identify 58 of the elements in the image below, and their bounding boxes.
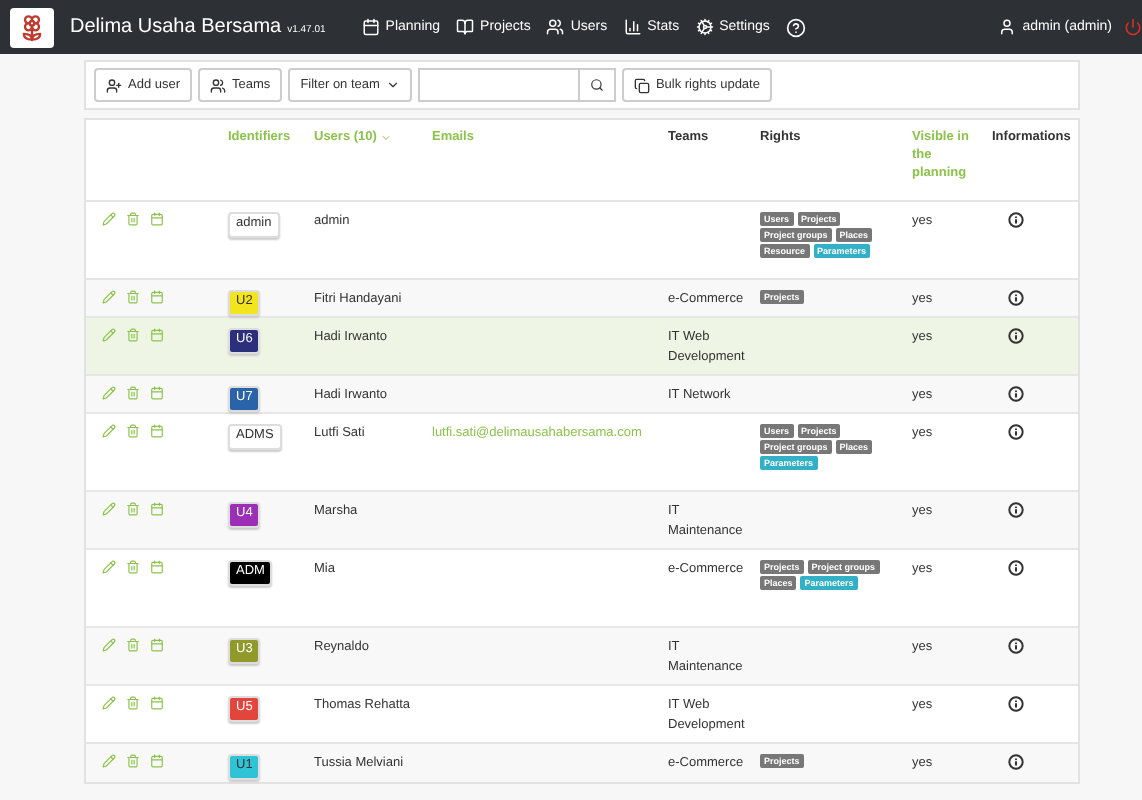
app-title: Delima Usaha Bersama bbox=[70, 16, 282, 38]
trash-icon[interactable] bbox=[126, 328, 140, 342]
search-icon bbox=[589, 78, 604, 92]
trash-icon[interactable] bbox=[126, 696, 140, 710]
info-icon[interactable] bbox=[1007, 212, 1023, 228]
search-button[interactable] bbox=[577, 68, 616, 102]
trash-icon[interactable] bbox=[126, 386, 140, 400]
sort-caret-icon bbox=[380, 132, 393, 144]
calendar-icon bbox=[361, 18, 380, 36]
info-icon[interactable] bbox=[1007, 328, 1023, 344]
calendar-icon[interactable] bbox=[150, 696, 164, 710]
calendar-icon[interactable] bbox=[150, 638, 164, 652]
edit-icon[interactable] bbox=[102, 386, 116, 400]
trash-icon[interactable] bbox=[126, 502, 140, 516]
copy-icon bbox=[633, 77, 650, 93]
calendar-icon[interactable] bbox=[150, 424, 164, 438]
info-icon[interactable] bbox=[1007, 754, 1023, 770]
user-icon bbox=[998, 18, 1017, 36]
power-icon[interactable] bbox=[1124, 18, 1142, 36]
trash-icon[interactable] bbox=[126, 424, 140, 438]
users-icon bbox=[546, 18, 565, 36]
info-icon[interactable] bbox=[1007, 560, 1023, 576]
trash-icon[interactable] bbox=[126, 638, 140, 652]
calendar-icon[interactable] bbox=[150, 212, 164, 226]
info-icon[interactable] bbox=[1007, 502, 1023, 518]
edit-icon[interactable] bbox=[102, 212, 116, 226]
calendar-icon[interactable] bbox=[150, 560, 164, 574]
logo bbox=[10, 7, 54, 47]
info-icon[interactable] bbox=[1007, 290, 1023, 306]
info-icon[interactable] bbox=[1007, 638, 1023, 654]
help-icon[interactable] bbox=[785, 17, 806, 37]
edit-icon[interactable] bbox=[102, 502, 116, 516]
users-icon bbox=[210, 77, 227, 93]
calendar-icon[interactable] bbox=[150, 754, 164, 768]
calendar-icon[interactable] bbox=[150, 328, 164, 342]
info-icon[interactable] bbox=[1007, 424, 1023, 440]
info-icon[interactable] bbox=[1007, 696, 1023, 712]
edit-icon[interactable] bbox=[102, 290, 116, 304]
calendar-icon[interactable] bbox=[150, 502, 164, 516]
gear-icon bbox=[695, 18, 714, 36]
edit-icon[interactable] bbox=[102, 638, 116, 652]
add-user-icon bbox=[106, 77, 122, 93]
trash-icon[interactable] bbox=[126, 560, 140, 574]
edit-icon[interactable] bbox=[102, 696, 116, 710]
edit-icon[interactable] bbox=[102, 328, 116, 342]
search-field[interactable] bbox=[417, 68, 578, 102]
edit-icon[interactable] bbox=[102, 560, 116, 574]
trash-icon[interactable] bbox=[126, 212, 140, 226]
bar-chart-icon bbox=[623, 18, 642, 36]
info-icon[interactable] bbox=[1007, 386, 1023, 402]
edit-icon[interactable] bbox=[102, 754, 116, 768]
edit-icon[interactable] bbox=[102, 424, 116, 438]
trash-icon[interactable] bbox=[126, 290, 140, 304]
book-icon bbox=[456, 18, 475, 36]
calendar-icon[interactable] bbox=[150, 386, 164, 400]
caret-icon bbox=[385, 78, 400, 92]
trash-icon[interactable] bbox=[126, 754, 140, 768]
calendar-icon[interactable] bbox=[150, 290, 164, 304]
